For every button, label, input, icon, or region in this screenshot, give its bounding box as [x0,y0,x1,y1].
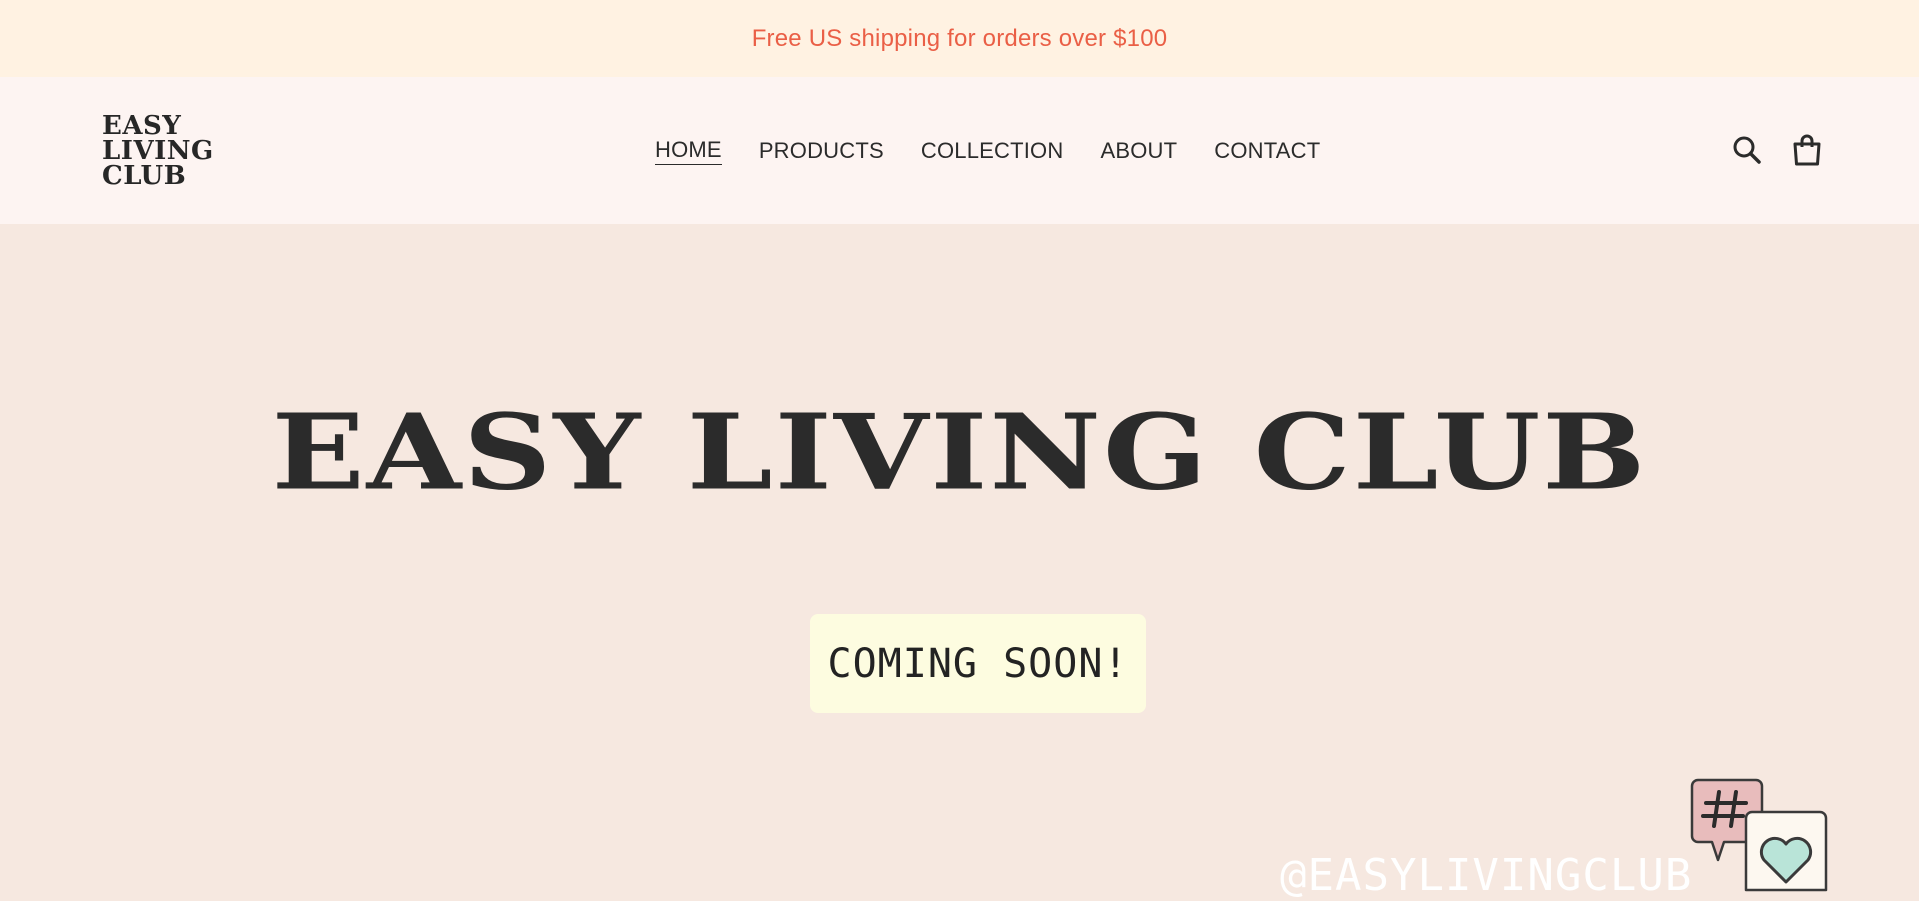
shopping-bag-icon[interactable] [1789,132,1825,168]
nav-item-contact[interactable]: CONTACT [1214,138,1320,164]
heart-speech-bubble-icon [1744,810,1828,892]
hero-title: EASY LIVING CLUB [271,390,1648,514]
site-header: EASY LIVING CLUB HOME PRODUCTS COLLECTIO… [0,77,1919,224]
search-icon[interactable] [1729,132,1765,168]
site-logo[interactable]: EASY LIVING CLUB [102,113,214,191]
logo-line-3: CLUB [102,161,187,191]
main-nav: HOME PRODUCTS COLLECTION ABOUT CONTACT [655,77,1320,224]
social-handle: @EASYLIVINGCLUB [1280,850,1693,901]
announcement-bar: Free US shipping for orders over $100 [0,0,1919,77]
nav-item-home[interactable]: HOME [655,137,722,165]
nav-item-about[interactable]: ABOUT [1100,138,1177,164]
coming-soon-text: COMING SOON! [827,640,1129,687]
announcement-text: Free US shipping for orders over $100 [751,24,1168,52]
nav-item-collection[interactable]: COLLECTION [921,138,1064,164]
coming-soon-badge: COMING SOON! [810,614,1146,713]
nav-item-products[interactable]: PRODUCTS [759,138,884,164]
social-art [1690,778,1830,898]
